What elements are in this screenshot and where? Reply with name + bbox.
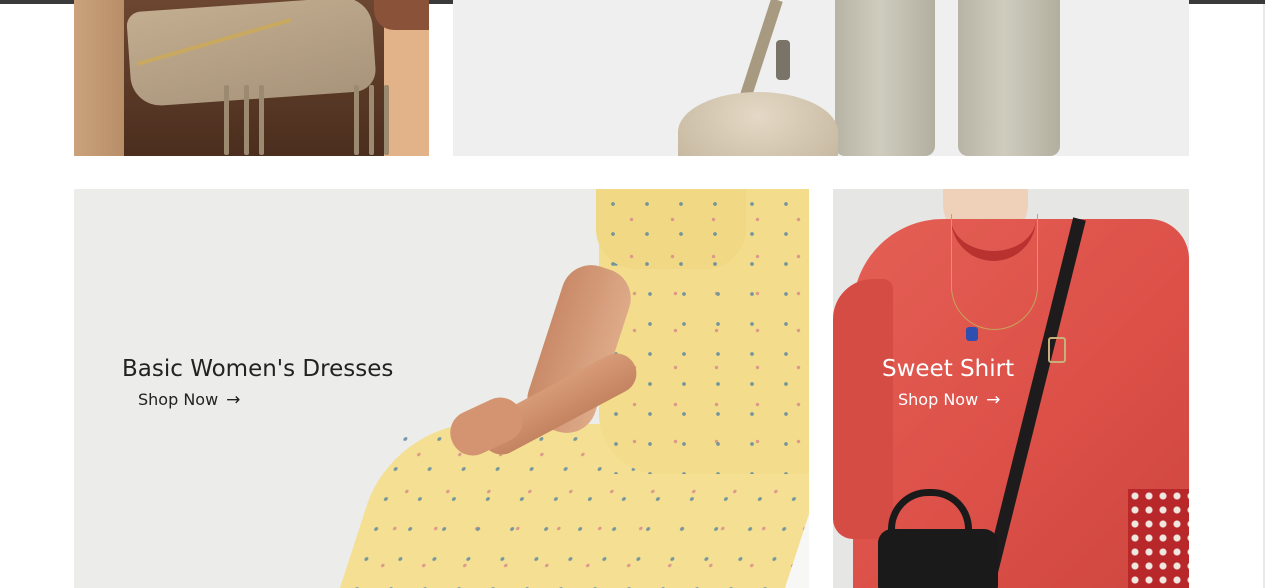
shop-now-label: Shop Now (898, 390, 979, 409)
banner-title: Sweet Shirt (882, 356, 1015, 382)
fringe-graphic (369, 85, 374, 155)
arrow-right-icon: → (226, 390, 241, 410)
bucket-bag-graphic (678, 92, 838, 156)
fringe-graphic (244, 85, 249, 155)
necklace-graphic (951, 214, 1038, 330)
fringe-graphic (259, 85, 264, 155)
shop-now-link[interactable]: Shop Now → (898, 388, 1000, 412)
basket-bag-graphic (878, 529, 998, 588)
dress-sleeve-graphic (596, 189, 746, 269)
bag-clip-graphic (776, 40, 790, 80)
dresses-caption: Basic Women's Dresses Shop Now → (122, 354, 393, 412)
sleeve-graphic (374, 0, 429, 30)
trousers-banner[interactable] (453, 0, 1189, 156)
pendant-graphic (966, 327, 978, 341)
banner-title: Basic Women's Dresses (122, 356, 394, 382)
arrow-right-icon: → (986, 390, 1001, 410)
fringe-graphic (384, 85, 389, 155)
sweet-shirt-caption: Sweet Shirt Shop Now → (882, 354, 1014, 412)
trouser-leg-graphic (835, 0, 935, 156)
shop-now-link[interactable]: Shop Now → (138, 388, 240, 412)
buckle-graphic (1048, 337, 1066, 363)
floral-print (596, 189, 746, 269)
printed-cuff-graphic (1128, 489, 1189, 588)
shop-now-label: Shop Now (138, 390, 219, 409)
fringe-bag-banner[interactable] (74, 0, 429, 156)
fringe-graphic (354, 85, 359, 155)
trouser-leg-graphic (958, 0, 1060, 156)
fringe-graphic (224, 85, 229, 155)
